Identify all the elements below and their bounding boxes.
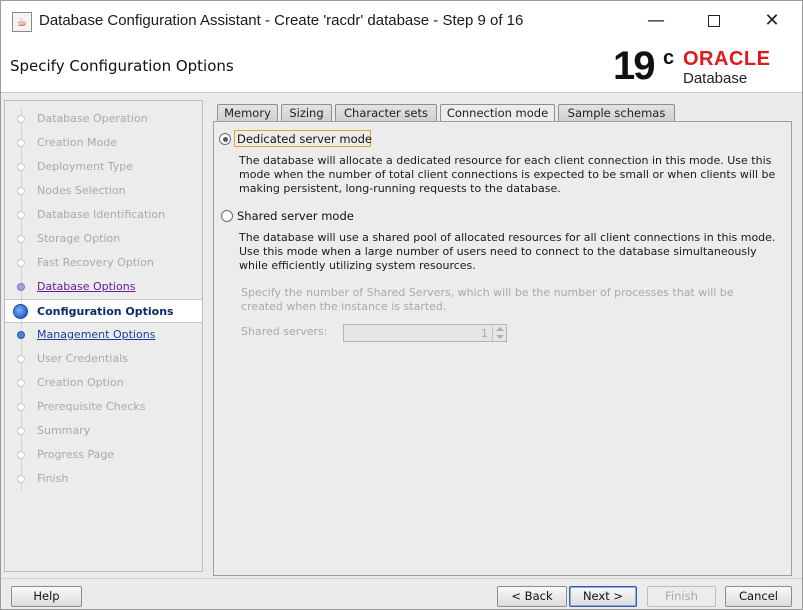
step-indicator-icon: [17, 139, 25, 147]
tab-label: Memory: [224, 106, 271, 120]
nav-step-label: Fast Recovery Option: [37, 256, 154, 269]
tab-label: Sizing: [289, 106, 324, 120]
nav-step-item: User Credentials: [5, 347, 202, 371]
shared-server-radio[interactable]: [221, 210, 233, 222]
maximize-icon: [708, 15, 720, 27]
nav-step-label: Creation Mode: [37, 136, 118, 149]
help-button[interactable]: Help: [11, 586, 82, 607]
nav-step-item: Prerequisite Checks: [5, 395, 202, 419]
nav-step-item: Creation Mode: [5, 131, 202, 155]
shared-servers-value: 1: [481, 327, 488, 340]
shared-servers-label: Shared servers:: [241, 325, 328, 338]
nav-step-label: Progress Page: [37, 448, 115, 461]
window-title: Database Configuration Assistant - Creat…: [39, 12, 524, 29]
tab-sizing[interactable]: Sizing: [281, 104, 332, 122]
step-indicator-icon: [17, 403, 25, 411]
step-indicator-icon: [17, 451, 25, 459]
nav-step-item[interactable]: Configuration Options: [5, 299, 202, 324]
step-indicator-icon: [17, 211, 25, 219]
oracle-logo: ORACLE: [683, 48, 771, 70]
nav-step-label: Summary: [37, 424, 91, 437]
wizard-steps-nav: Database Operation Creation Mode Deploymen…: [4, 100, 203, 572]
nav-step-item: Deployment Type: [5, 155, 202, 179]
nav-step-item: Storage Option: [5, 227, 202, 251]
tab-sample-schemas[interactable]: Sample schemas: [558, 104, 675, 122]
step-indicator-icon: [17, 427, 25, 435]
tab-memory[interactable]: Memory: [217, 104, 278, 122]
dedicated-server-label[interactable]: Dedicated server mode: [237, 132, 372, 146]
shared-servers-hint: Specify the number of Shared Servers, wh…: [241, 286, 734, 313]
nav-step-label: Configuration Options: [37, 305, 174, 318]
shared-servers-spinner[interactable]: 1: [343, 324, 507, 342]
dbca-window: ☕ Database Configuration Assistant - Cre…: [0, 0, 803, 610]
next-button[interactable]: Next >: [569, 586, 637, 607]
nav-step-label: Nodes Selection: [37, 184, 126, 197]
nav-step-item: Database Identification: [5, 203, 202, 227]
nav-step-label: Prerequisite Checks: [37, 400, 146, 413]
nav-step-label: Management Options: [37, 328, 156, 341]
logo-version: 19: [613, 44, 655, 88]
nav-step-item: Finish: [5, 467, 202, 491]
nav-step-label: Database Operation: [37, 112, 148, 125]
nav-step-label: Database Identification: [37, 208, 166, 221]
logo-product: Database: [683, 70, 748, 87]
nav-step-label: Finish: [37, 472, 69, 485]
step-indicator-icon: [17, 163, 25, 171]
nav-step-item: Fast Recovery Option: [5, 251, 202, 275]
step-indicator-icon: [17, 331, 25, 339]
step-indicator-icon: [17, 379, 25, 387]
close-button[interactable]: ✕: [749, 5, 795, 37]
java-cup-icon: ☕: [12, 12, 32, 32]
title-bar: ☕ Database Configuration Assistant - Cre…: [1, 1, 802, 41]
minimize-button[interactable]: —: [633, 5, 679, 37]
nav-step-item: Summary: [5, 419, 202, 443]
shared-server-label[interactable]: Shared server mode: [237, 209, 354, 223]
tab-character-sets[interactable]: Character sets: [335, 104, 437, 122]
nav-step-item: Nodes Selection: [5, 179, 202, 203]
step-indicator-icon: [17, 259, 25, 267]
cancel-button[interactable]: Cancel: [725, 586, 792, 607]
nav-step-item[interactable]: Management Options: [5, 323, 202, 347]
dedicated-server-radio[interactable]: [219, 133, 231, 145]
nav-step-item: Database Operation: [5, 107, 202, 131]
nav-step-label: Database Options: [37, 280, 136, 293]
nav-step-label: Creation Option: [37, 376, 124, 389]
step-indicator-icon: [17, 115, 25, 123]
footer-separator: [1, 578, 802, 579]
spin-up-icon[interactable]: [496, 327, 504, 331]
step-indicator-icon: [17, 235, 25, 243]
nav-step-label: User Credentials: [37, 352, 128, 365]
tab-label: Sample schemas: [567, 106, 666, 120]
maximize-button[interactable]: [691, 5, 737, 37]
step-indicator-icon: [17, 475, 25, 483]
header-banner: Specify Configuration Options 19 c ORACL…: [1, 41, 802, 93]
tab-label: Connection mode: [446, 106, 549, 120]
tab-label: Character sets: [344, 106, 428, 120]
shared-server-description: The database will use a shared pool of a…: [239, 231, 776, 272]
spinner-buttons[interactable]: [492, 325, 506, 341]
nav-step-item[interactable]: Database Options: [5, 275, 202, 299]
nav-step-label: Storage Option: [37, 232, 121, 245]
spin-down-icon[interactable]: [496, 335, 504, 339]
nav-step-item: Creation Option: [5, 371, 202, 395]
step-indicator-icon: [17, 283, 25, 291]
logo-version-suffix: c: [663, 47, 675, 69]
nav-step-item: Progress Page: [5, 443, 202, 467]
step-indicator-icon: [17, 187, 25, 195]
step-indicator-icon: [13, 304, 28, 319]
page-title: Specify Configuration Options: [10, 57, 234, 75]
finish-button[interactable]: Finish: [647, 586, 716, 607]
back-button[interactable]: < Back: [497, 586, 567, 607]
dedicated-server-description: The database will allocate a dedicated r…: [239, 154, 776, 195]
step-indicator-icon: [17, 355, 25, 363]
nav-step-label: Deployment Type: [37, 160, 134, 173]
